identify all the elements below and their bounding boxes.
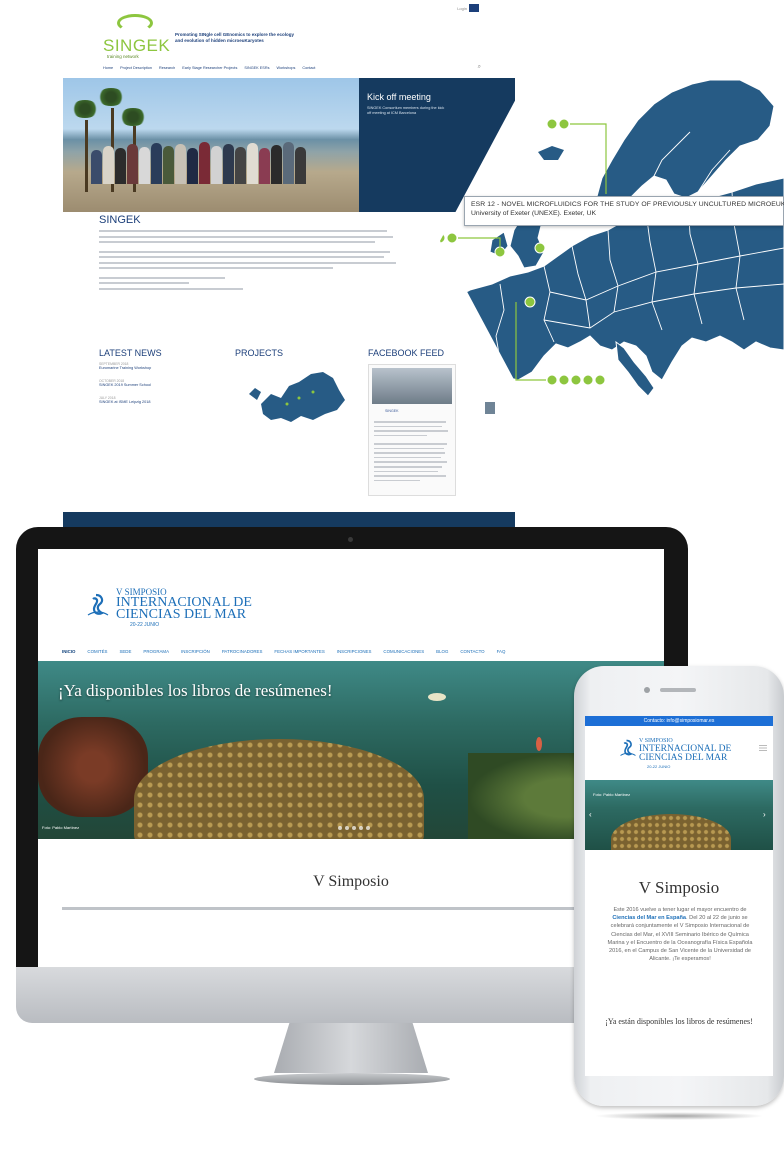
nav-item[interactable]: CONTACTO: [460, 649, 484, 654]
mobile-hero-slider[interactable]: Foto: Pablo Martínez ‹ ›: [585, 780, 773, 850]
coral-photo: [611, 814, 731, 850]
map-marker-icon: [546, 374, 558, 386]
map-marker-icon: [494, 246, 506, 258]
tooltip-subtitle: University of Exeter (UNEXE). Exeter, UK: [471, 210, 597, 217]
facebook-post-text: [374, 421, 450, 484]
front-camera-icon: [644, 687, 650, 693]
map-marker-icon: [546, 118, 558, 130]
nav-item[interactable]: PROGRAMA: [143, 649, 169, 654]
camera-icon: [348, 537, 353, 542]
hamburger-menu-icon[interactable]: [759, 744, 767, 752]
map-marker-icon: [570, 374, 582, 386]
login-link[interactable]: Login: [457, 6, 467, 11]
search-icon[interactable]: ⌕: [478, 64, 481, 71]
singek-logo[interactable]: SINGEK training network: [103, 14, 171, 59]
chevron-left-icon[interactable]: ‹: [589, 810, 592, 819]
europe-hexagon-map: ESR 12 - NOVEL MICROFLUIDICS FOR THE STU…: [440, 80, 784, 402]
page-title: SINGEK: [99, 214, 141, 226]
map-marker-icon: [534, 242, 546, 254]
tooltip-title: ESR 12 - NOVEL MICROFLUIDICS FOR THE STU…: [471, 201, 784, 208]
facebook-page-name[interactable]: SINGEK: [385, 409, 399, 413]
coral-photo: [134, 739, 424, 839]
monitor-stand: [274, 1023, 428, 1073]
nav-item[interactable]: Workshops: [276, 66, 295, 70]
map-marker-icon: [524, 296, 536, 308]
nav-item[interactable]: FAQ: [497, 649, 506, 654]
seahorse-logo-icon[interactable]: [619, 738, 637, 758]
section-title: V Simposio: [313, 873, 389, 890]
intro-text-line: [62, 907, 662, 910]
singek-footer: [63, 512, 515, 528]
singek-nav: Home Project Description Research Early …: [103, 66, 315, 70]
list-item[interactable]: JULY 2018 SINGEK at ISME Leipzig 2018: [99, 396, 199, 404]
nav-item[interactable]: SEDE: [119, 649, 131, 654]
nav-item[interactable]: SINGEK ESRs: [244, 66, 269, 70]
hero-text: SINGEK Consortium members during the kic…: [367, 106, 445, 115]
phone-shadow: [594, 1112, 764, 1120]
nav-item[interactable]: INSCRIPCIONES: [337, 649, 372, 654]
nav-item-inicio[interactable]: INICIO: [62, 649, 75, 654]
list-item[interactable]: SEPTEMBER 2018 Euromarine Training Works…: [99, 362, 199, 370]
nav-item[interactable]: BLOG: [436, 649, 448, 654]
kick-off-photo: [63, 78, 359, 212]
logo-line-4: 20-22 JUNIO: [130, 622, 160, 628]
projects-mini-map[interactable]: [241, 364, 351, 428]
hero-title: Kick off meeting: [367, 92, 431, 102]
monitor-stand-base: [254, 1073, 450, 1085]
intro-text-block: [99, 230, 399, 293]
hero-caption: ¡Ya disponibles los libros de resúmenes!: [58, 681, 333, 700]
nav-item[interactable]: Contact: [302, 66, 315, 70]
chevron-right-icon[interactable]: ›: [763, 810, 766, 819]
group-photo: [91, 126, 311, 184]
desktop-nav: INICIO COMITÉS SEDE PROGRAMA INSCRIPCIÓN…: [62, 649, 505, 654]
logo-swirl-icon: [117, 14, 153, 32]
nav-item[interactable]: FECHAS IMPORTANTES: [274, 649, 324, 654]
nav-item[interactable]: PATROCINADORES: [222, 649, 263, 654]
mobile-website: Contacto: info@simposiomar.es V SIMPOSIO…: [585, 716, 773, 1076]
map-marker-icon: [582, 374, 594, 386]
mobile-phone: Contacto: info@simposiomar.es V SIMPOSIO…: [574, 666, 784, 1120]
singek-brand-sub: training network: [107, 54, 139, 59]
map-marker-icon: [446, 232, 458, 244]
map-marker-icon: [558, 374, 570, 386]
list-item[interactable]: OCTOBER 2018 SINGEK 2019 Summer School: [99, 379, 199, 387]
logo-line-3: CIENCIAS DEL MAR: [116, 607, 247, 622]
projects-heading: PROJECTS: [235, 348, 284, 358]
desktop-website: V SIMPOSIO INTERNACIONAL DE CIENCIAS DEL…: [38, 549, 664, 967]
photo-credit: Foto: Pablo Martínez: [593, 792, 631, 797]
nav-item[interactable]: Project Description: [120, 66, 152, 70]
speaker-grille: [660, 688, 696, 692]
contact-text[interactable]: Contacto: info@simposiomar.es: [585, 718, 773, 724]
login-button[interactable]: [469, 4, 479, 12]
facebook-feed-heading: FACEBOOK FEED: [368, 348, 445, 358]
latest-news-heading: LATEST NEWS: [99, 348, 162, 358]
nav-item[interactable]: INSCRIPCIÓN: [181, 649, 210, 654]
singek-brand: SINGEK: [103, 36, 171, 55]
lead-heading: ¡Ya están disponibles los libros de resú…: [605, 1017, 753, 1026]
map-marker-icon: [558, 118, 570, 130]
nav-item[interactable]: Research: [159, 66, 175, 70]
section-title: V Simposio: [638, 878, 720, 897]
logo-line-4: 20-22 JUNIO: [647, 764, 671, 769]
europe-map-svg[interactable]: [440, 80, 784, 402]
scroll-right-arrow-icon[interactable]: [485, 402, 495, 414]
project-tooltip: ESR 12 - NOVEL MICROFLUIDICS FOR THE STU…: [464, 196, 784, 226]
slider-dots[interactable]: [338, 826, 370, 830]
nav-item[interactable]: COMITÉS: [87, 649, 107, 654]
nav-item[interactable]: Home: [103, 66, 113, 70]
map-marker-icon: [594, 374, 606, 386]
news-list: SEPTEMBER 2018 Euromarine Training Works…: [99, 362, 199, 413]
seahorse-logo-icon[interactable]: [86, 593, 110, 617]
singek-tagline: Promoting SINgle cell GEnomics to explor…: [175, 32, 295, 43]
intro-paragraph: Este 2016 vuelve a tener lugar el mayor …: [607, 907, 753, 963]
hero-slider[interactable]: ¡Ya disponibles los libros de resúmenes!…: [38, 661, 664, 839]
photo-credit: Foto: Pablo Martínez: [42, 825, 80, 830]
nav-item[interactable]: Early Stage Researcher Projects: [182, 66, 237, 70]
logo-line-3: CIENCIAS DEL MAR: [639, 753, 728, 763]
nav-item[interactable]: COMUNICACIONES: [383, 649, 424, 654]
